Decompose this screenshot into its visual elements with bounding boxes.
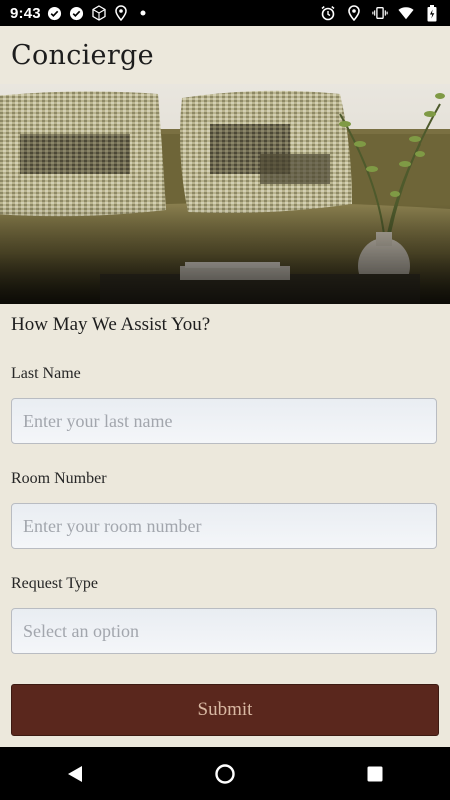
request-type-select[interactable]: Select an option	[11, 608, 437, 654]
location-icon	[346, 5, 362, 21]
cube-icon	[91, 5, 107, 21]
app-bar: Concierge	[0, 26, 450, 84]
room-number-input[interactable]	[11, 503, 437, 549]
back-icon	[68, 765, 82, 782]
system-nav-bar	[0, 747, 450, 800]
status-time: 9:43	[10, 4, 41, 22]
status-right	[320, 4, 450, 21]
form-heading: How May We Assist You?	[11, 314, 211, 335]
submit-button-label: Submit	[197, 699, 253, 720]
last-name-label: Last Name	[11, 365, 81, 382]
check-circle-icon	[69, 5, 85, 21]
wifi-icon	[398, 5, 414, 21]
hero-image	[0, 84, 450, 304]
vibrate-icon	[372, 5, 388, 21]
alarm-icon	[320, 5, 336, 21]
request-type-label: Request Type	[11, 575, 99, 592]
recents-icon	[367, 766, 383, 781]
room-number-label: Room Number	[11, 470, 107, 487]
location-pin-icon	[113, 5, 129, 21]
back-button[interactable]	[55, 754, 95, 794]
page-title: Concierge	[11, 39, 154, 71]
submit-button[interactable]: Submit	[11, 684, 439, 736]
check-circle-icon	[47, 5, 63, 21]
status-bar: 9:43	[0, 0, 450, 26]
recents-button[interactable]	[355, 754, 395, 794]
battery-icon	[424, 4, 440, 21]
home-icon	[215, 763, 235, 784]
dot-icon	[135, 5, 151, 21]
request-type-selected: Select an option	[23, 620, 139, 641]
last-name-input[interactable]	[11, 398, 437, 444]
living-room-pillows-photo	[0, 84, 450, 304]
home-button[interactable]	[205, 754, 245, 794]
status-left: 9:43	[0, 5, 151, 22]
